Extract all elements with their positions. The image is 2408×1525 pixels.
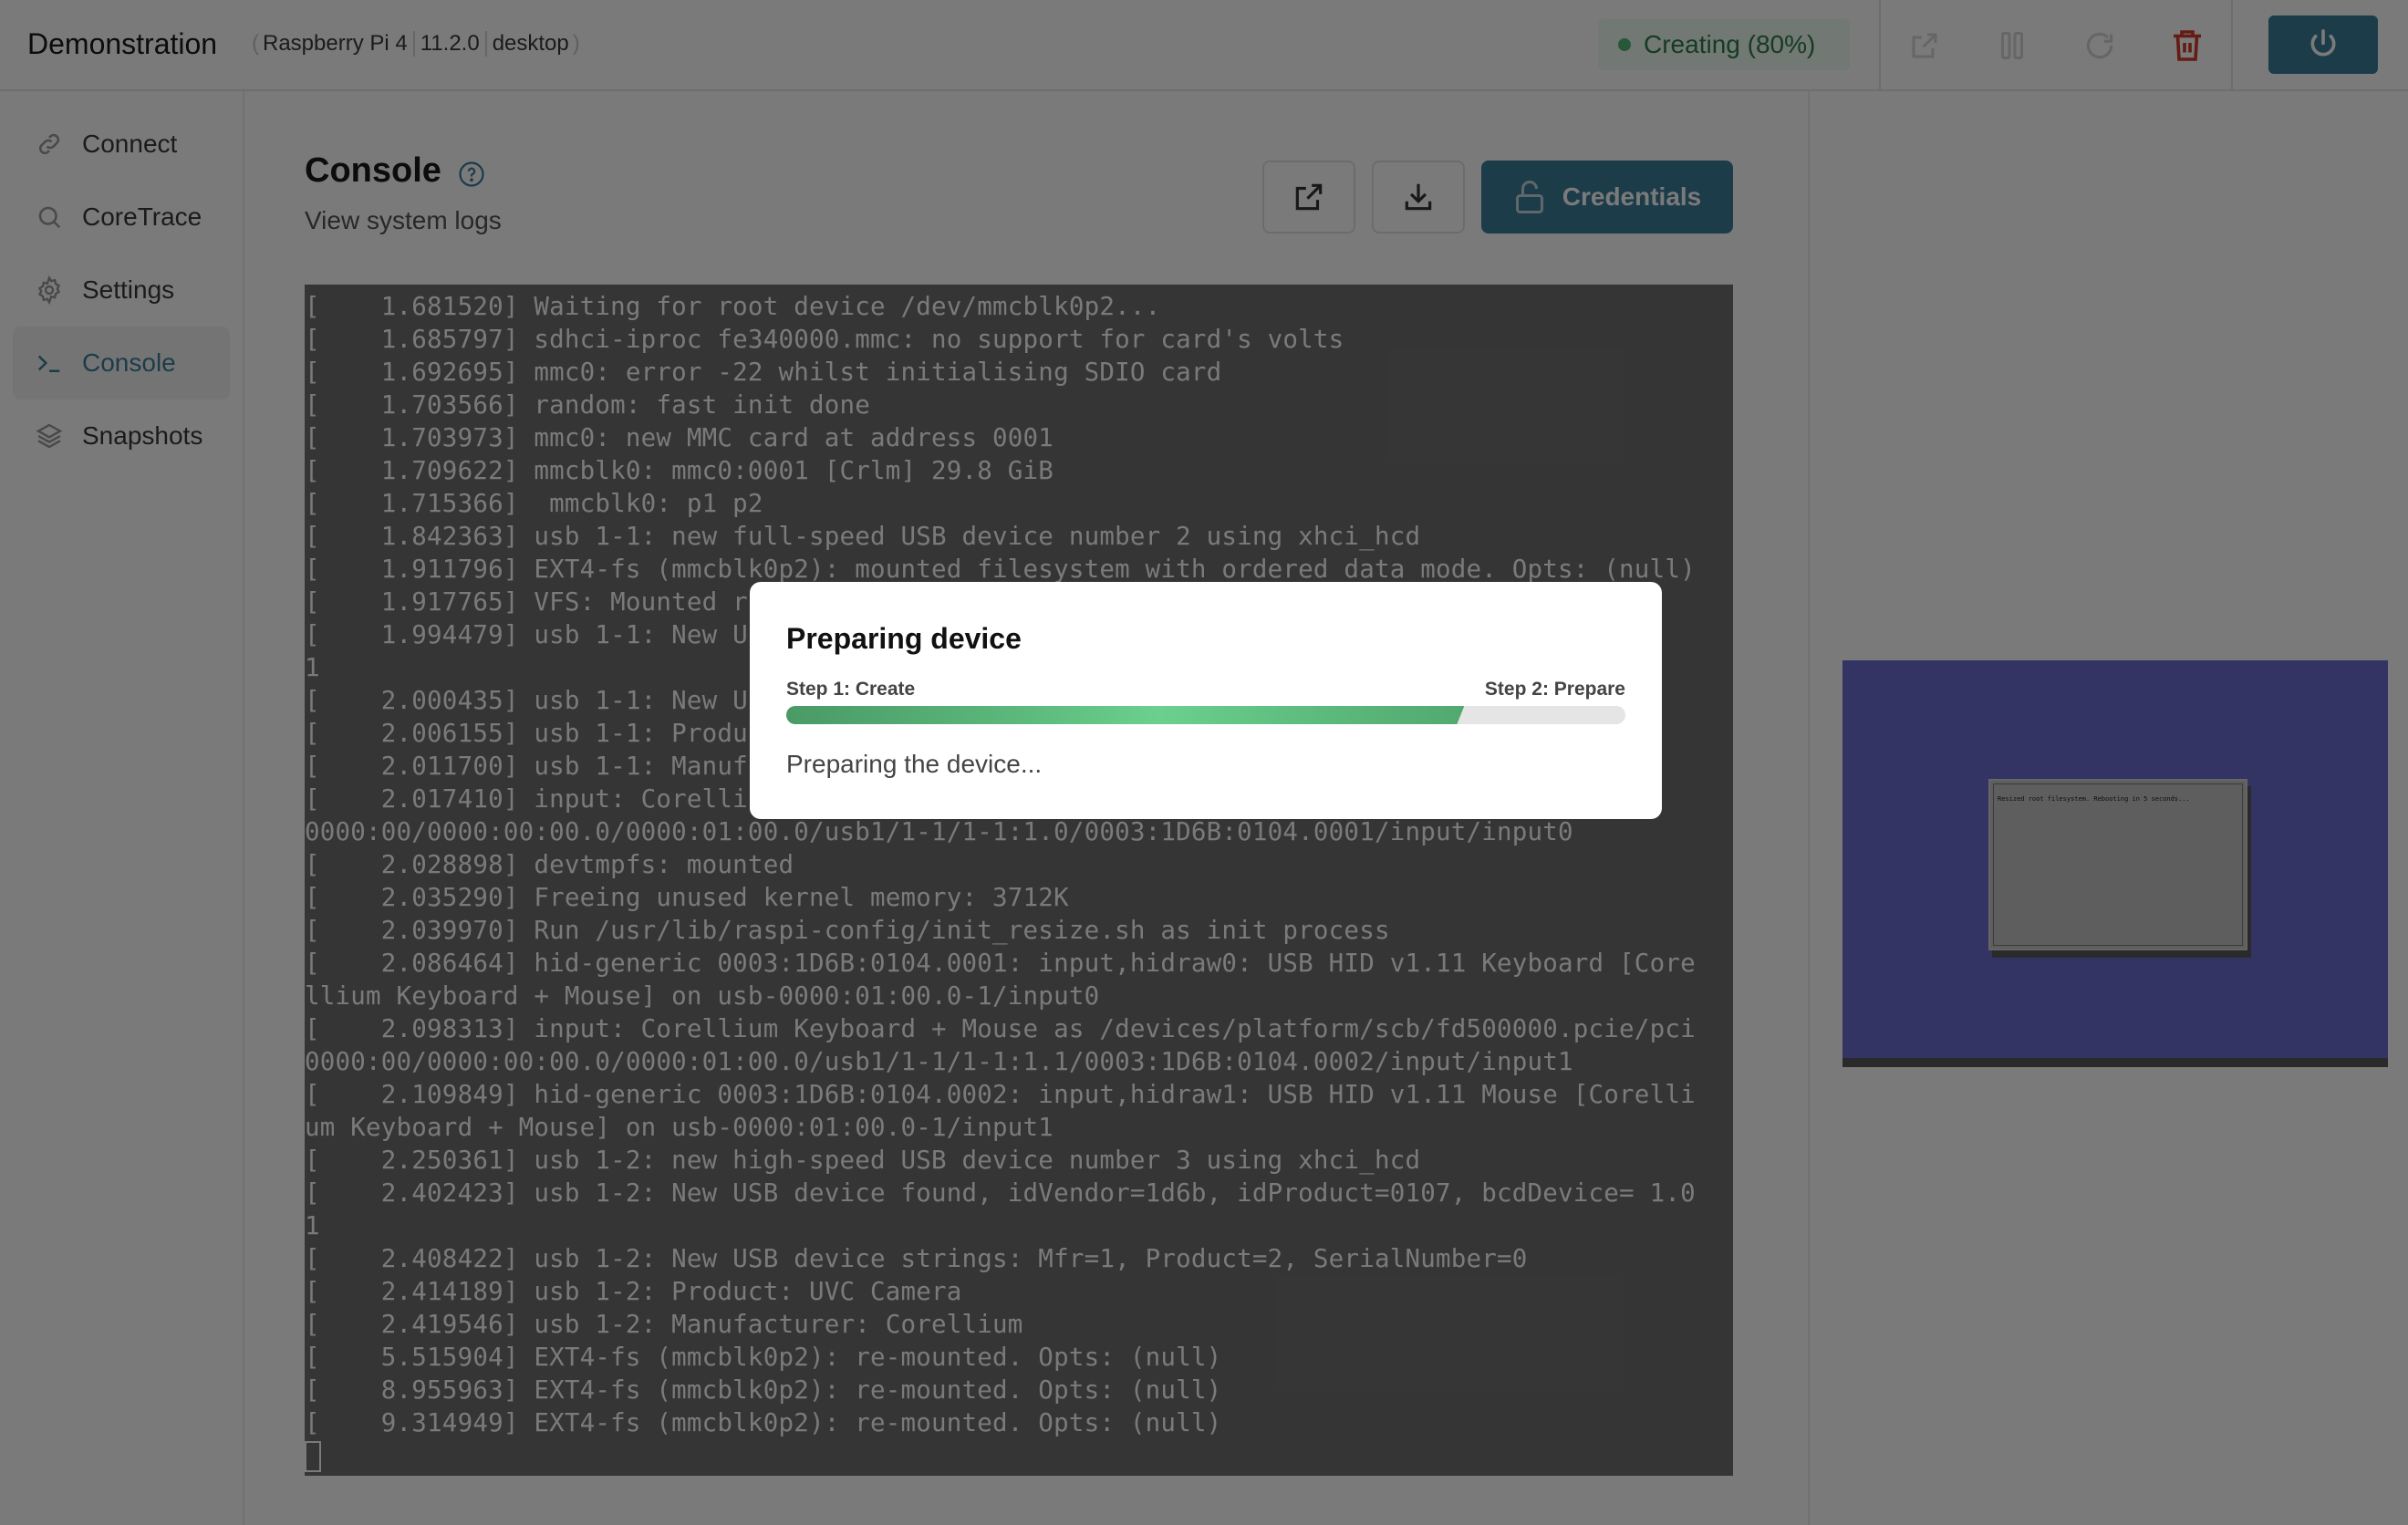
modal-title: Preparing device — [786, 622, 1022, 655]
modal-message: Preparing the device... — [786, 750, 1043, 778]
preparing-device-modal: Preparing device Step 1: Create Step 2: … — [750, 582, 1662, 819]
progress-bar — [786, 706, 1625, 724]
step-1-label: Step 1: Create — [786, 679, 916, 700]
app-window: Demonstration ( Raspberry Pi 4 11.2.0 de… — [0, 0, 2408, 1525]
step-2-label: Step 2: Prepare — [1484, 679, 1625, 700]
progress-fill — [786, 706, 1464, 724]
